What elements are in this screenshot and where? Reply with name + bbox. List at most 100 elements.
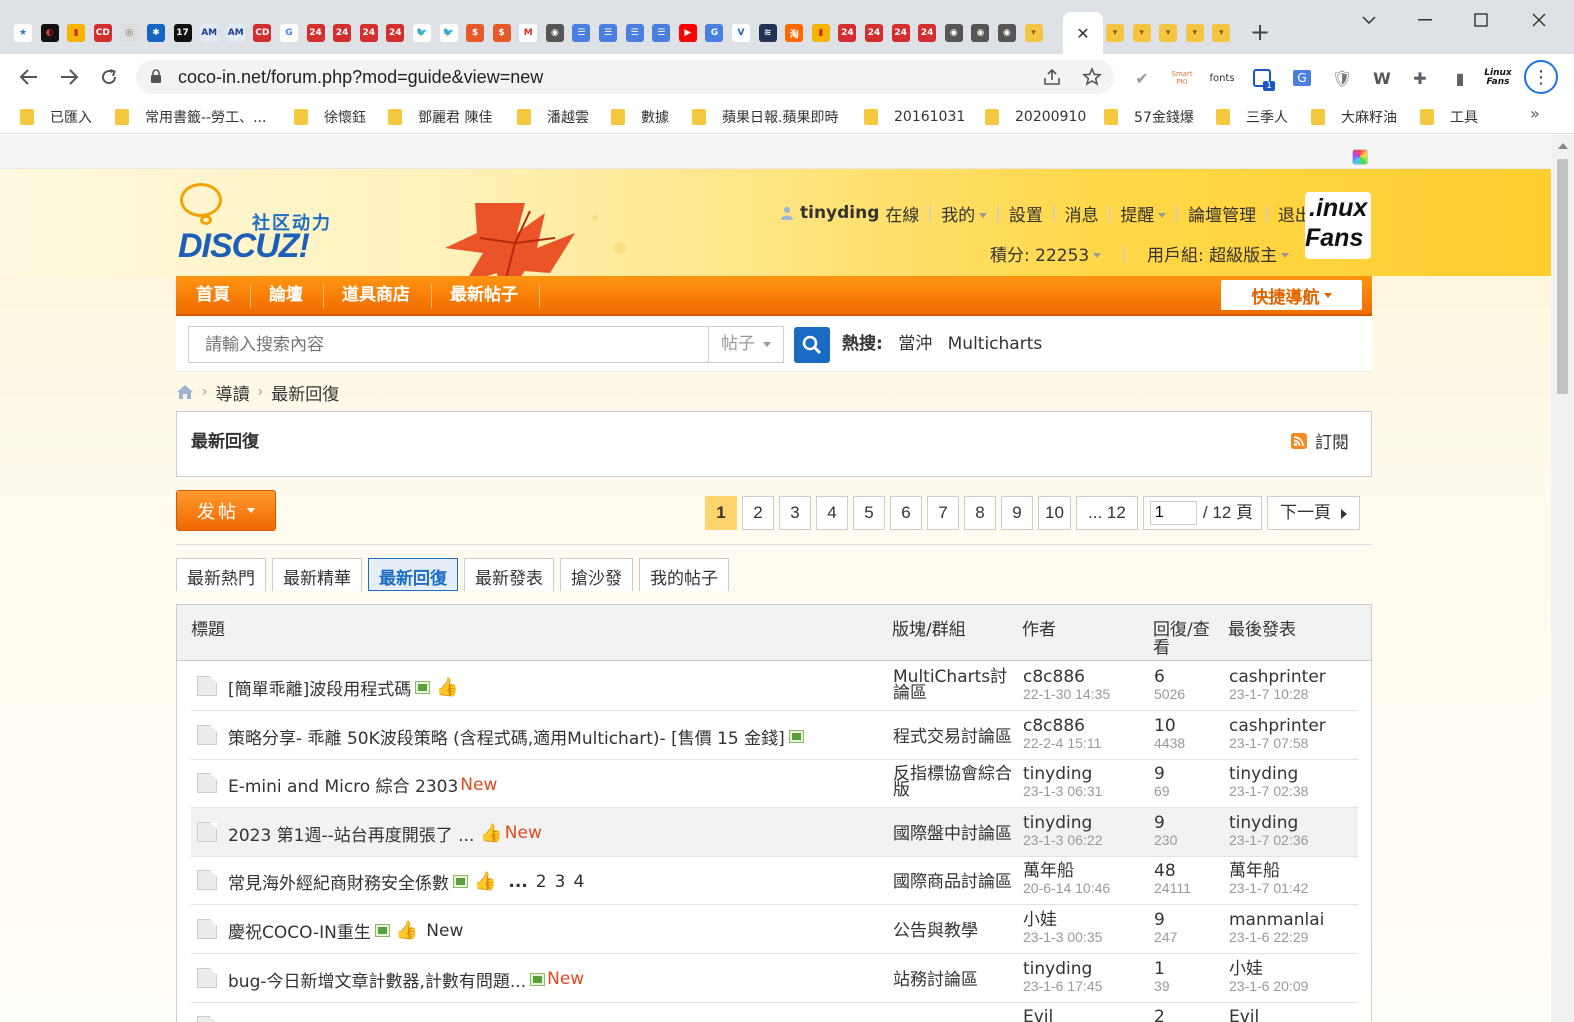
back-icon[interactable] — [14, 62, 44, 92]
nav-forum[interactable]: 論壇 — [269, 276, 303, 314]
bookmark-folder[interactable]: 20200910 — [985, 106, 1086, 128]
page-link[interactable]: 8 — [964, 496, 996, 530]
bookmark-folder[interactable]: 蘋果日報.蘋果即時 — [692, 106, 838, 128]
last-poster-link[interactable]: tinyding — [1229, 813, 1298, 833]
scroll-thumb[interactable] — [1557, 159, 1568, 394]
nav-latest[interactable]: 最新帖子 — [450, 276, 518, 314]
filter-tab[interactable]: 最新回復 — [368, 558, 458, 591]
last-post-date[interactable]: 23-1-7 02:38 — [1229, 783, 1308, 799]
forum-link[interactable]: 程式交易討論區 — [893, 728, 1017, 745]
thread-title-link[interactable]: E-mini and Micro 綜合 2303 — [228, 772, 458, 797]
search-button[interactable] — [794, 327, 830, 363]
color-picker-icon[interactable] — [1352, 149, 1368, 165]
url-text[interactable]: coco-in.net/forum.php?mod=guide&view=new — [178, 60, 543, 94]
tab-favicons[interactable]: ★ ◐ ▮ CD ◎ ✱ 17 AM AM CD G 24 24 24 24 🐦 🐦 $ $ M ◉ ☰ ☰ ☰ ☰ ▶ G V ≋ 淘 ▮… — [14, 20, 1051, 46]
author-link[interactable]: tinyding — [1023, 813, 1092, 833]
search-input[interactable] — [188, 326, 708, 363]
filter-tab[interactable]: 最新精華 — [272, 558, 362, 591]
tab-favicon-icon[interactable]: 🐦 — [439, 24, 458, 42]
author-link[interactable]: 小娃 — [1023, 910, 1057, 930]
tab-favicon-icon[interactable]: ☰ — [572, 24, 591, 42]
bookmark-folder[interactable]: 大麻籽油 — [1311, 106, 1397, 128]
side-panel-icon[interactable]: ▮ — [1448, 66, 1472, 90]
last-poster-link[interactable]: 小娃 — [1229, 959, 1263, 979]
hot-term[interactable]: 當沖 — [898, 334, 932, 354]
author-link[interactable]: 萬年船 — [1023, 861, 1074, 881]
tab-favicon-icon[interactable]: ▾ — [1159, 24, 1178, 42]
forum-admin-link[interactable]: 論壇管理 — [1188, 201, 1256, 226]
thread-title-link[interactable]: [簡單乖離]波段用程式碼 — [228, 675, 411, 700]
page-link[interactable]: 5 — [853, 496, 885, 530]
last-poster-link[interactable]: 萬年船 — [1229, 861, 1280, 881]
thread-title-link[interactable]: 慶祝COCO-IN重生 — [228, 918, 371, 943]
tab-favicons-right[interactable]: ▾ ▾ ▾ ▾ ▾ — [1106, 20, 1239, 46]
home-icon[interactable] — [176, 384, 194, 400]
tab-favicon-icon[interactable]: ◐ — [40, 24, 59, 42]
thread-title-link[interactable]: 策略分享- 乖離 50K波段策略 (含程式碼,適用Multichart)- [售… — [228, 724, 785, 749]
tab-favicon-icon[interactable]: ▮ — [67, 24, 86, 42]
page-link[interactable]: 10 — [1038, 496, 1071, 530]
filter-tab[interactable]: 我的帖子 — [639, 558, 729, 591]
linux-fans-badge[interactable]: .inux Fans — [1305, 192, 1371, 259]
share-icon[interactable] — [1040, 65, 1064, 89]
extensions-puzzle-icon[interactable]: ✚ — [1408, 66, 1432, 90]
username-link[interactable]: tinyding — [800, 203, 879, 223]
bookmark-star-icon[interactable] — [1080, 65, 1104, 89]
tab-favicon-icon[interactable]: V — [732, 24, 751, 42]
tab-favicon-icon[interactable]: ▾ — [1185, 24, 1204, 42]
header-title[interactable]: 標題 — [191, 621, 225, 639]
tab-favicon-icon[interactable]: ☰ — [599, 24, 618, 42]
page-link[interactable]: 9 — [1001, 496, 1033, 530]
author-link[interactable]: tinyding — [1023, 959, 1092, 979]
tab-favicon-icon[interactable]: 24 — [891, 24, 910, 42]
page-link[interactable]: 4 — [816, 496, 848, 530]
bookmark-folder[interactable]: 57金錢爆 — [1104, 106, 1194, 128]
tab-favicon-icon[interactable]: ≋ — [758, 24, 777, 42]
linux-fans-extension-icon[interactable]: Linux Fans — [1484, 66, 1511, 90]
tab-favicon-icon[interactable]: AM — [226, 24, 245, 42]
bookmark-folder[interactable]: 潘越雲 — [517, 106, 589, 128]
smart-pki-extension-icon[interactable]: Smart PKI — [1170, 66, 1194, 90]
page-link[interactable]: 1 — [705, 496, 737, 530]
header-replies[interactable]: 回復/查看 — [1153, 621, 1219, 657]
tab-favicon-icon[interactable]: ◉ — [545, 24, 564, 42]
last-poster-link[interactable]: manmanlai — [1229, 910, 1324, 930]
browser-menu-icon[interactable]: ⋮ — [1524, 60, 1558, 94]
window-close-icon[interactable] — [1524, 8, 1554, 32]
tab-favicon-icon[interactable]: 淘 — [785, 24, 804, 42]
thread-page-link[interactable]: 3 — [555, 872, 566, 892]
thread-title-link[interactable]: 2023 第1週--站台再度開張了 ... — [228, 821, 474, 846]
tab-search-icon[interactable] — [1354, 8, 1384, 32]
tab-favicon-icon[interactable]: ▾ — [1132, 24, 1151, 42]
hot-term[interactable]: Multicharts — [948, 334, 1043, 354]
tab-favicon-icon[interactable]: 24 — [359, 24, 378, 42]
tab-favicon-icon[interactable]: M — [519, 24, 538, 42]
tab-favicon-icon[interactable]: ▾ — [1106, 24, 1124, 42]
filter-tab[interactable]: 最新發表 — [464, 558, 554, 591]
last-post-date[interactable]: 23-1-6 20:09 — [1229, 978, 1308, 994]
active-tab[interactable]: ✕ — [1063, 12, 1103, 54]
bookmark-folder[interactable]: 工具 — [1420, 106, 1478, 128]
author-link[interactable]: c8c886 — [1023, 716, 1085, 736]
header-author[interactable]: 作者 — [1022, 621, 1056, 639]
new-tab-button[interactable]: + — [1246, 18, 1274, 46]
tab-favicon-icon[interactable]: CD — [93, 24, 112, 42]
new-post-button[interactable]: 发帖 — [176, 490, 276, 531]
page-scrollbar[interactable] — [1551, 135, 1574, 1022]
page-link[interactable]: 3 — [779, 496, 811, 530]
header-last[interactable]: 最後發表 — [1228, 621, 1296, 639]
tab-favicon-icon[interactable]: 24 — [333, 24, 352, 42]
forward-icon[interactable] — [54, 62, 84, 92]
author-link[interactable]: Evil — [1023, 1007, 1053, 1022]
last-post-date[interactable]: 23-1-7 02:36 — [1229, 832, 1308, 848]
breadcrumb-guide[interactable]: 導讀 — [216, 380, 250, 405]
last-post-date[interactable]: 23-1-6 22:29 — [1229, 929, 1324, 945]
tab-favicon-icon[interactable]: G — [705, 24, 724, 42]
settings-link[interactable]: 設置 — [1009, 201, 1043, 226]
tab-favicon-icon[interactable]: ◉ — [997, 24, 1016, 42]
tab-favicon-icon[interactable]: ☰ — [625, 24, 644, 42]
lock-icon[interactable] — [150, 69, 162, 83]
tab-favicon-icon[interactable]: ◉ — [944, 24, 963, 42]
tab-favicon-icon[interactable]: AM — [200, 24, 219, 42]
tab-favicon-icon[interactable]: ◎ — [120, 24, 139, 42]
